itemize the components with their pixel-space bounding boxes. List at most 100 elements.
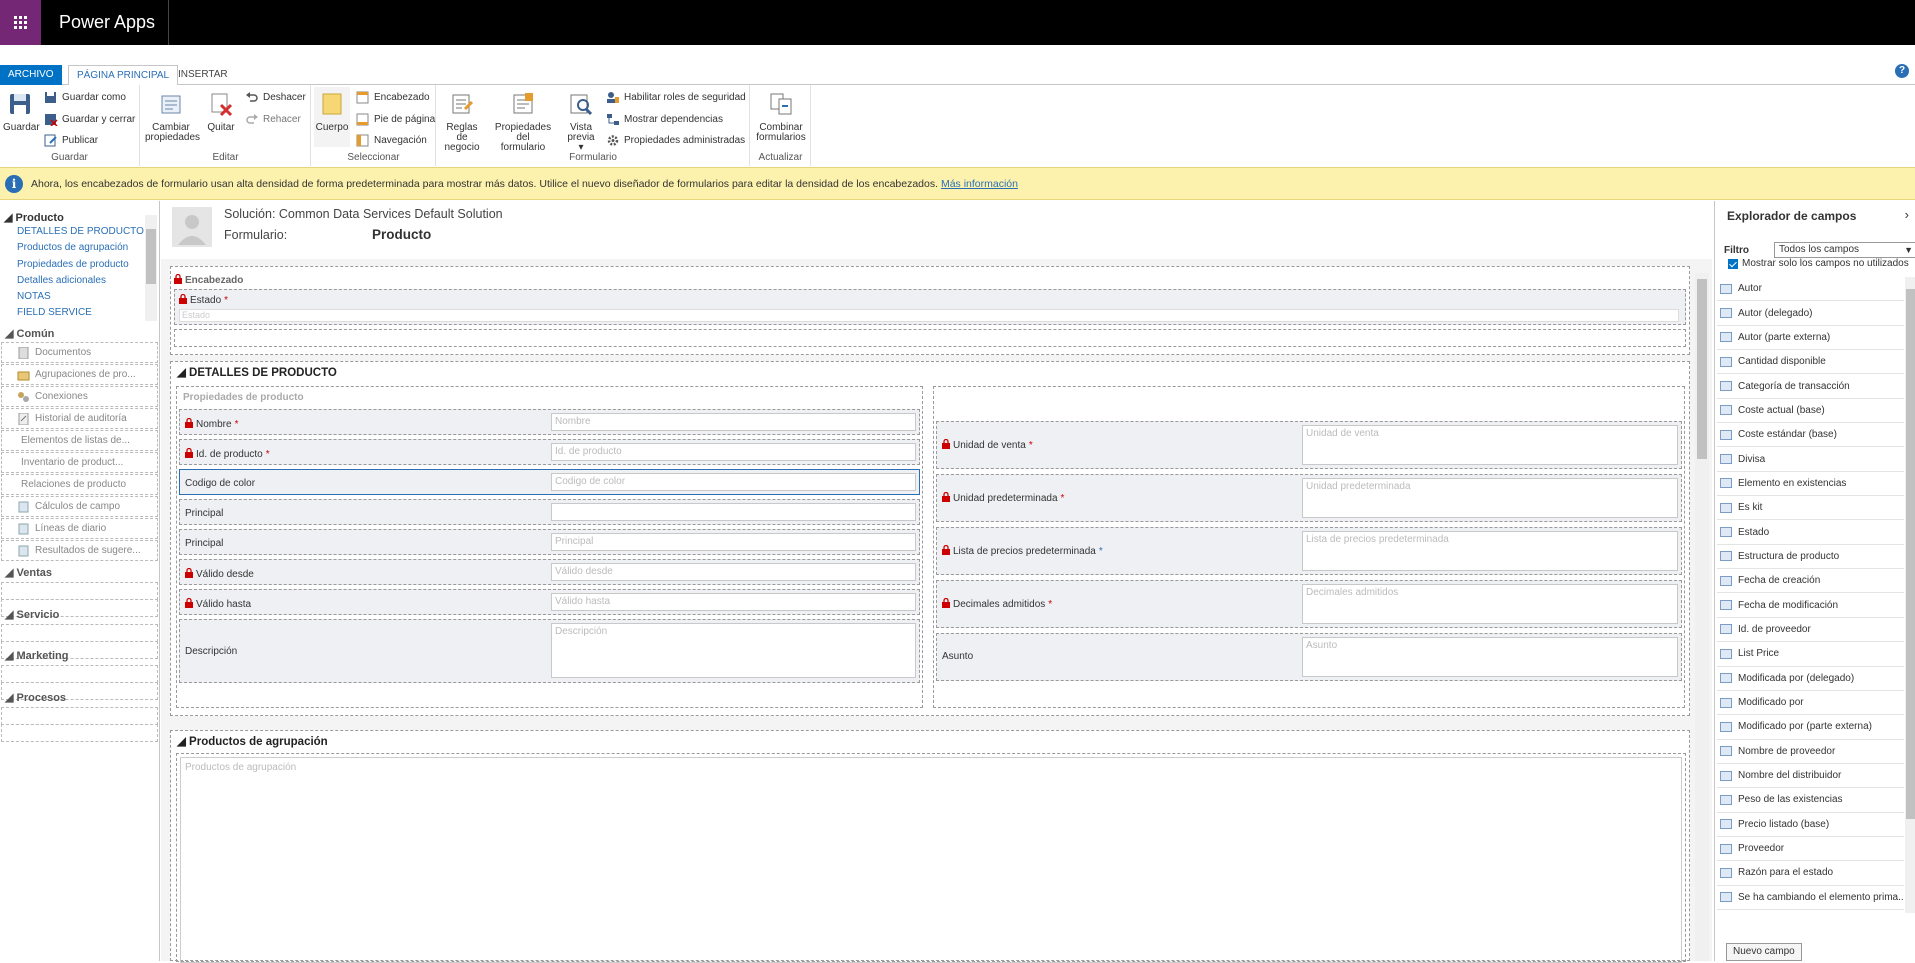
show-unused-checkbox[interactable]: Mostrar solo los campos no utilizados xyxy=(1728,258,1909,269)
propiedades-del-formulario-button[interactable]: Propiedades del formulario xyxy=(487,91,559,153)
field-nombre[interactable]: Nombre * Nombre xyxy=(179,409,920,435)
field-lista-precios[interactable]: Lista de precios predeterminada * Lista d… xyxy=(936,527,1682,575)
field-list-item[interactable]: Modificado por xyxy=(1717,691,1904,716)
nav-link-agrupacion[interactable]: Productos de agrupación xyxy=(0,240,158,256)
field-input[interactable] xyxy=(551,503,916,521)
field-input[interactable]: Asunto xyxy=(1302,637,1678,677)
entity-nav-title[interactable]: ◢ Producto xyxy=(0,211,158,224)
mas-informacion-link[interactable]: Más información xyxy=(941,178,1018,190)
nav-section-comun[interactable]: ◢ Común xyxy=(0,327,158,340)
field-list-item[interactable]: Razón para el estado xyxy=(1717,861,1904,886)
canvas-scrollbar[interactable] xyxy=(1695,273,1709,961)
field-list-item[interactable]: Estado xyxy=(1717,520,1904,545)
nav-link-field-service[interactable]: FIELD SERVICE xyxy=(0,305,158,321)
field-list-item[interactable]: Se ha cambiando el elemento prima... xyxy=(1717,886,1904,910)
field-list-item[interactable]: Coste actual (base) xyxy=(1717,399,1904,424)
collapse-icon[interactable]: › xyxy=(1905,207,1909,222)
field-list-item[interactable]: Nombre del distribuidor xyxy=(1717,764,1904,789)
field-input[interactable]: Decimales admitidos xyxy=(1302,584,1678,624)
field-list-item[interactable]: Tamaño xyxy=(1717,910,1904,913)
field-input[interactable]: Válido desde xyxy=(551,563,916,581)
nav-section-ventas[interactable]: ◢ Ventas xyxy=(0,566,158,579)
app-launcher-button[interactable] xyxy=(0,0,41,45)
field-decimales[interactable]: Decimales admitidos * Decimales admitidos xyxy=(936,580,1682,628)
field-list-item[interactable]: Fecha de modificación xyxy=(1717,593,1904,618)
guardar-button[interactable]: Guardar xyxy=(3,91,40,133)
field-list-item[interactable]: Modificada por (delegado) xyxy=(1717,667,1904,691)
nav-item-inventario[interactable]: Inventario de product... xyxy=(1,452,158,473)
subgrid-section[interactable]: Productos de agrupación xyxy=(176,753,1686,963)
field-valido-hasta[interactable]: Válido hasta Válido hasta xyxy=(179,589,920,615)
habilitar-roles-button[interactable]: Habilitar roles de seguridad xyxy=(606,91,746,104)
nav-section-marketing[interactable]: ◢ Marketing xyxy=(0,649,158,662)
tab-insertar[interactable]: INSERTAR xyxy=(170,65,236,85)
cambiar-propiedades-button[interactable]: Cambiar propiedades xyxy=(145,91,200,143)
header-field-input[interactable]: Estado xyxy=(179,309,1679,322)
help-icon[interactable]: ? xyxy=(1895,64,1909,78)
navegacion-button[interactable]: Navegación xyxy=(356,134,427,147)
quitar-button[interactable]: Quitar xyxy=(205,91,237,133)
field-list-item[interactable]: List Price xyxy=(1717,642,1904,667)
nav-item-elementos-listas[interactable]: Elementos de listas de... xyxy=(1,430,158,451)
field-list-item[interactable]: Coste estándar (base) xyxy=(1717,423,1904,448)
field-textarea[interactable]: Descripción xyxy=(551,623,916,678)
field-codigo-color[interactable]: Codigo de color Codigo de color xyxy=(179,469,920,495)
field-list-item[interactable]: Modificado por (parte externa) xyxy=(1717,715,1904,740)
nav-item-calculos[interactable]: Cálculos de campo xyxy=(1,496,158,517)
nav-item-conexiones[interactable]: Conexiones xyxy=(1,386,158,407)
nav-link-propiedades[interactable]: Propiedades de producto xyxy=(0,257,158,273)
guardar-y-cerrar-button[interactable]: Guardar y cerrar xyxy=(44,113,135,126)
nav-item-agrupaciones[interactable]: Agrupaciones de pro... xyxy=(1,364,158,385)
publicar-button[interactable]: Publicar xyxy=(44,134,98,147)
mostrar-dependencias-button[interactable]: Mostrar dependencias xyxy=(606,113,723,126)
field-list-item[interactable]: Fecha de creación xyxy=(1717,569,1904,594)
field-list-item[interactable]: Proveedor xyxy=(1717,837,1904,862)
field-list-item[interactable]: Categoría de transacción xyxy=(1717,374,1904,399)
field-unidad-venta[interactable]: Unidad de venta * Unidad de venta xyxy=(936,421,1682,469)
field-list-item[interactable]: Nombre de proveedor xyxy=(1717,740,1904,764)
nav-link-detalles[interactable]: DETALLES DE PRODUCTO xyxy=(0,224,158,240)
nav-scrollbar-thumb[interactable] xyxy=(146,229,156,284)
form-tab-detalles[interactable]: ◢ DETALLES DE PRODUCTO Propiedades de pr… xyxy=(170,361,1690,716)
pie-de-pagina-button[interactable]: Pie de página xyxy=(356,113,435,126)
field-input[interactable]: Id. de producto xyxy=(551,443,916,461)
field-input[interactable]: Nombre xyxy=(551,413,916,431)
field-list-scrollbar-thumb[interactable] xyxy=(1906,289,1915,819)
field-list-item[interactable]: Autor xyxy=(1717,277,1904,302)
nav-item-historial[interactable]: Historial de auditoría xyxy=(1,408,158,429)
header-field-estado[interactable]: Estado * Estado xyxy=(174,289,1686,325)
combinar-formularios-button[interactable]: Combinar formularios xyxy=(755,91,807,143)
nav-scrollbar[interactable] xyxy=(145,215,157,321)
field-input[interactable]: Válido hasta xyxy=(551,593,916,611)
field-list-item[interactable]: Divisa xyxy=(1717,447,1904,472)
form-header-zone[interactable]: Encabezado Estado * Estado xyxy=(170,266,1690,355)
field-id-producto[interactable]: Id. de producto * Id. de producto xyxy=(179,439,920,465)
nav-item-resultados[interactable]: Resultados de sugere... xyxy=(1,540,158,561)
rehacer-button[interactable]: Rehacer xyxy=(245,113,301,126)
canvas-scrollbar-thumb[interactable] xyxy=(1697,279,1707,459)
section-unidades[interactable]: Unidad de venta * Unidad de venta Unidad … xyxy=(933,386,1685,708)
nav-section-procesos[interactable]: ◢ Procesos xyxy=(0,691,158,704)
deshacer-button[interactable]: Deshacer xyxy=(245,91,306,104)
encabezado-button[interactable]: Encabezado xyxy=(356,91,430,104)
field-input[interactable]: Codigo de color xyxy=(551,473,916,491)
field-list-item[interactable]: Autor (parte externa) xyxy=(1717,326,1904,351)
nav-section-servicio[interactable]: ◢ Servicio xyxy=(0,608,158,621)
guardar-como-button[interactable]: Guardar como xyxy=(44,91,126,104)
nav-link-notas[interactable]: NOTAS xyxy=(0,289,158,305)
field-list-item[interactable]: Cantidad disponible xyxy=(1717,350,1904,375)
field-list-item[interactable]: Autor (delegado) xyxy=(1717,301,1904,326)
propiedades-administradas-button[interactable]: Propiedades administradas xyxy=(606,134,745,147)
field-input[interactable]: Principal xyxy=(551,533,916,551)
filter-select[interactable]: Todos los campos ▼ xyxy=(1774,242,1915,258)
field-asunto[interactable]: Asunto Asunto xyxy=(936,633,1682,681)
field-list-scrollbar[interactable] xyxy=(1905,277,1915,913)
field-valido-desde[interactable]: Válido desde Válido desde xyxy=(179,559,920,585)
form-tab-productos-agrupacion[interactable]: ◢ Productos de agrupación Productos de a… xyxy=(170,730,1690,963)
field-input[interactable]: Lista de precios predeterminada xyxy=(1302,531,1678,571)
field-input[interactable]: Unidad de venta xyxy=(1302,425,1678,465)
nav-link-detalles-adicionales[interactable]: Detalles adicionales xyxy=(0,273,158,289)
subgrid-productos-agrupacion[interactable]: Productos de agrupación xyxy=(180,757,1682,963)
cuerpo-button[interactable]: Cuerpo xyxy=(314,87,350,147)
nav-item-relaciones[interactable]: Relaciones de producto xyxy=(1,474,158,495)
